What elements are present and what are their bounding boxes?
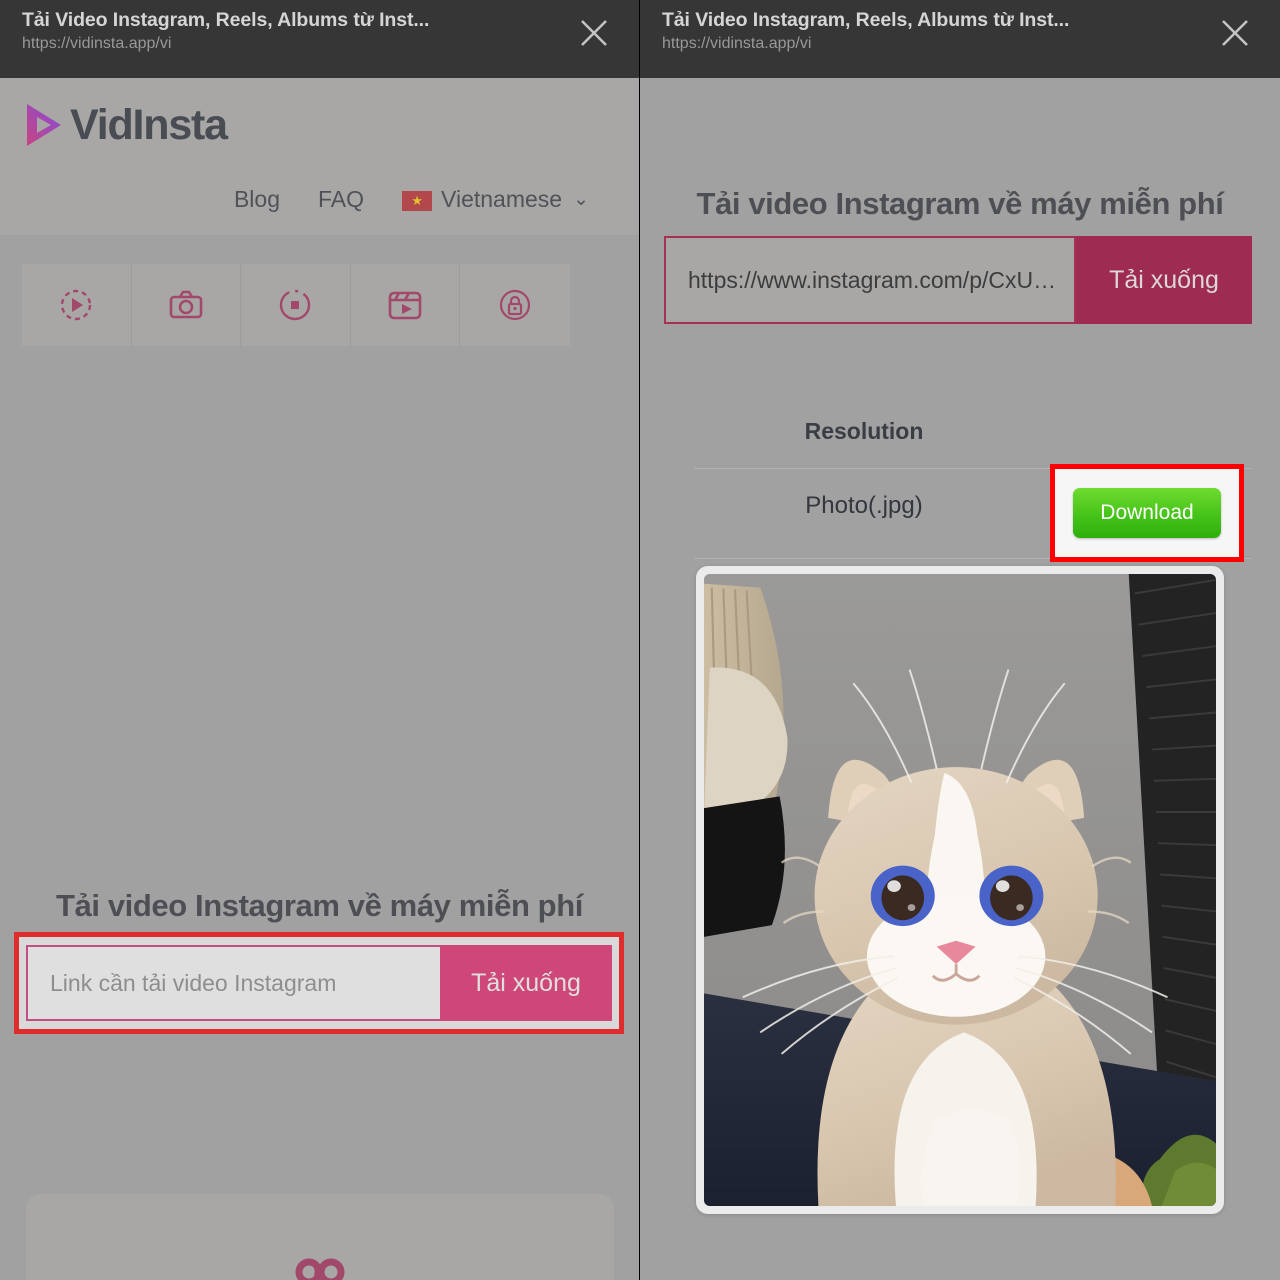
left-panel: Tải Video Instagram, Reels, Albums từ In… — [0, 0, 640, 1280]
page-url-left: https://vidinsta.app/vi — [22, 35, 172, 52]
brand-name: VidInsta — [70, 100, 228, 149]
story-icon — [56, 285, 96, 325]
result-photo-card — [696, 566, 1224, 1214]
camera-icon — [166, 285, 206, 325]
media-type-tabs — [22, 264, 570, 346]
main-nav: Blog FAQ ★ Vietnamese ⌄ — [24, 186, 615, 213]
sidebar-item-igtv[interactable] — [241, 264, 351, 346]
site-header-left: VidInsta Blog FAQ ★ Vietnamese ⌄ — [0, 78, 639, 236]
url-input[interactable]: https://www.instagram.com/p/CxU… — [664, 236, 1076, 324]
resolution-header: Resolution — [804, 418, 924, 444]
language-selector[interactable]: ★ Vietnamese ⌄ — [402, 186, 589, 213]
sidebar-item-story[interactable] — [22, 264, 132, 346]
gift-icon — [281, 1257, 359, 1280]
page-title-right: Tải Video Instagram, Reels, Albums từ In… — [662, 9, 1070, 31]
browser-chrome-bar-left: Tải Video Instagram, Reels, Albums từ In… — [0, 0, 639, 78]
brand-logo[interactable]: VidInsta — [24, 102, 615, 148]
nav-link-blog[interactable]: Blog — [234, 186, 280, 213]
sidebar-item-photo[interactable] — [131, 264, 242, 346]
reels-icon — [385, 285, 425, 325]
play-triangle-icon — [24, 102, 64, 148]
search-input[interactable]: Link cần tải video Instagram — [26, 945, 440, 1021]
resolution-format-label: Photo(.jpg) — [805, 492, 923, 519]
download-file-button[interactable]: Download — [1073, 488, 1221, 538]
download-submit-button[interactable]: Tải xuống — [1076, 236, 1252, 324]
sidebar-item-private[interactable] — [460, 264, 570, 346]
download-submit-button[interactable]: Tải xuống — [440, 945, 612, 1021]
page-title-left: Tải Video Instagram, Reels, Albums từ In… — [22, 9, 430, 31]
lock-icon — [495, 285, 535, 325]
record-circle-icon — [275, 285, 315, 325]
result-photo — [704, 574, 1216, 1206]
close-icon[interactable] — [1214, 12, 1256, 54]
dual-panel-screenshot: Tải Video Instagram, Reels, Albums từ In… — [0, 0, 1280, 1280]
nav-link-faq[interactable]: FAQ — [318, 186, 364, 213]
chevron-down-icon: ⌄ — [573, 189, 589, 210]
left-headline: Tải video Instagram về máy miễn phí — [56, 888, 583, 923]
download-annotation-box: Download — [1050, 464, 1244, 562]
browser-chrome-bar-right: Tải Video Instagram, Reels, Albums từ In… — [640, 0, 1280, 78]
promo-card[interactable] — [26, 1194, 614, 1280]
vietnam-flag-icon: ★ — [402, 190, 433, 211]
page-url-right: https://vidinsta.app/vi — [662, 35, 812, 52]
right-headline: Tải video Instagram về máy miễn phí — [696, 186, 1224, 221]
close-icon[interactable] — [573, 12, 615, 54]
left-search-annotation-box: Link cần tải video Instagram Tải xuống — [14, 932, 624, 1034]
sidebar-item-reels[interactable] — [350, 264, 461, 346]
right-search-row: https://www.instagram.com/p/CxU… Tải xuố… — [664, 236, 1252, 324]
language-label: Vietnamese — [441, 186, 563, 212]
